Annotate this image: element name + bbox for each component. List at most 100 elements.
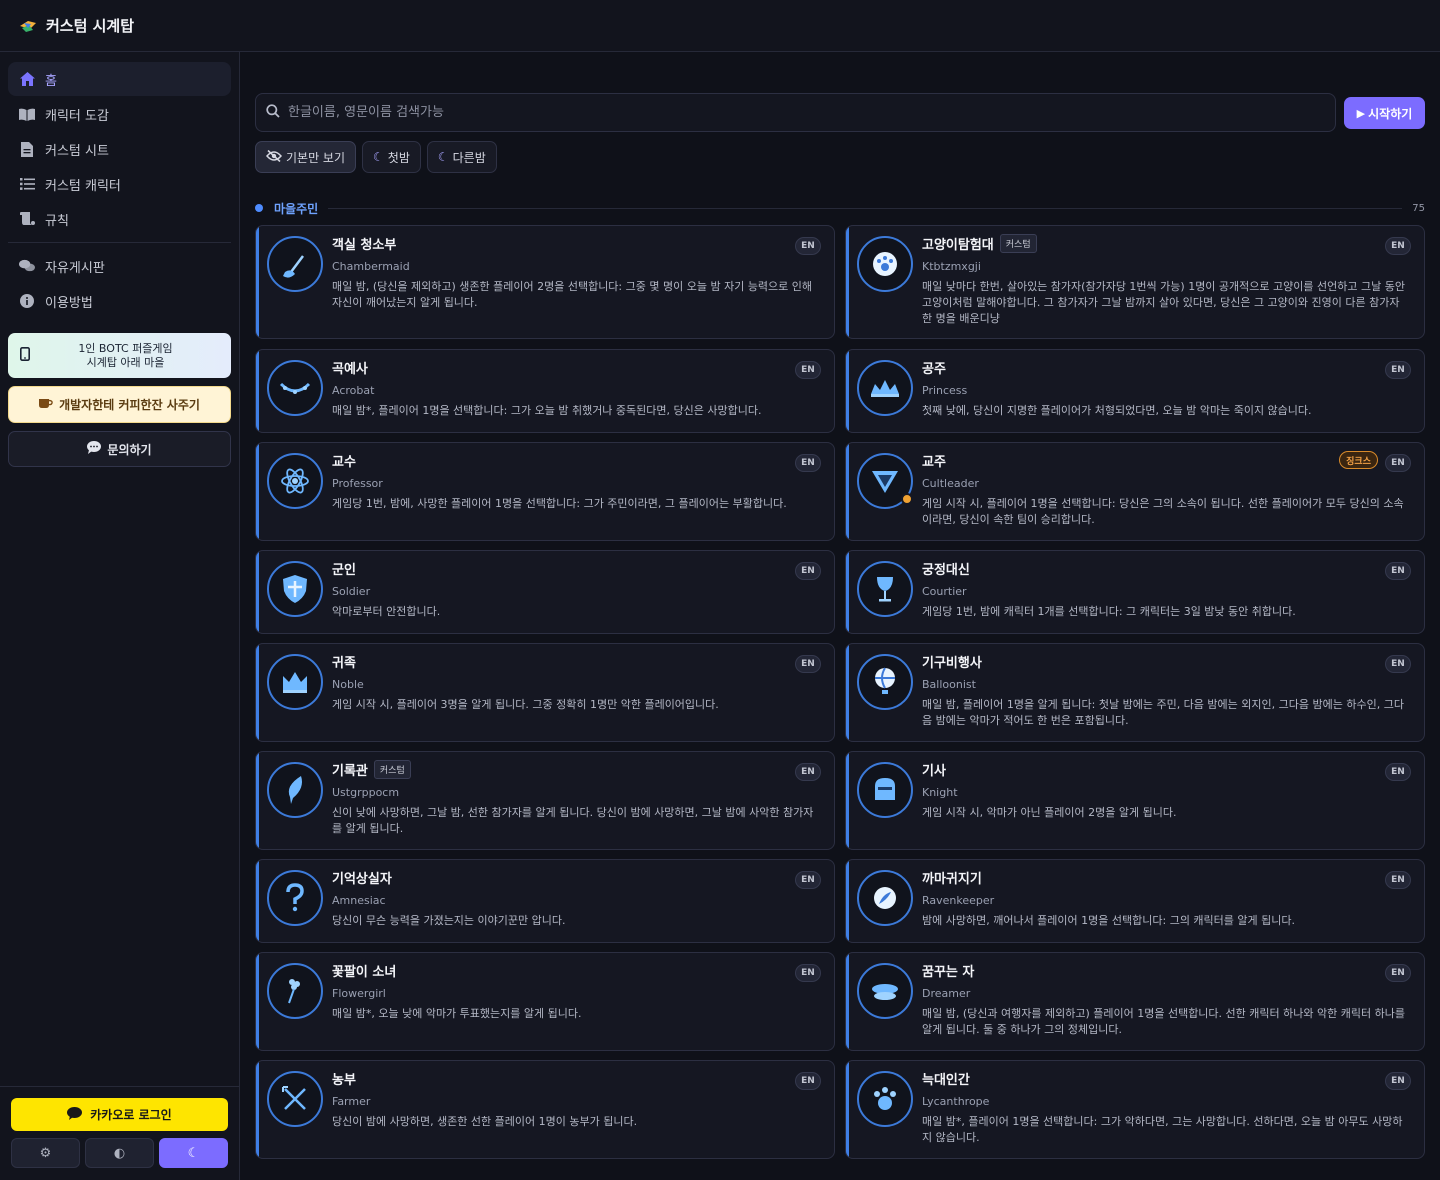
character-card[interactable]: 꽃팔이 소녀 EN Flowergirl 매일 밤*, 오늘 낮에 악마가 투표했는지… <box>255 952 835 1051</box>
start-button[interactable]: ▶ 시작하기 <box>1344 97 1425 129</box>
search-input[interactable] <box>288 105 1335 120</box>
app-title[interactable]: 커스텀 시계탑 <box>46 15 134 36</box>
character-name-row: 곡예사 <box>332 358 368 377</box>
puzzle-game-promo-button[interactable]: 1인 BOTC 퍼즐게임 시계탑 아래 마을 <box>8 333 231 378</box>
theme-contrast-button[interactable]: ◐ <box>85 1138 154 1168</box>
language-badge[interactable]: EN <box>1385 964 1411 982</box>
character-card[interactable]: 늑대인간 EN Lycanthrope 매일 밤*, 플레이어 1명을 선택합니다: … <box>845 1060 1425 1159</box>
filter-other-night[interactable]: ☾ 다른밤 <box>426 141 497 173</box>
character-english-name: Chambermaid <box>332 260 410 273</box>
language-badge[interactable]: EN <box>795 237 821 255</box>
character-card[interactable]: 귀족 EN Noble 게임 시작 시, 플레이어 3명을 알게 됩니다. 그중 정확… <box>255 643 835 742</box>
character-name-row: 기록관 커스텀 <box>332 760 411 779</box>
language-badge[interactable]: EN <box>1385 1072 1411 1090</box>
language-badge[interactable]: EN <box>795 763 821 781</box>
character-token <box>857 762 913 818</box>
language-badge[interactable]: EN <box>795 361 821 379</box>
character-token <box>857 360 913 416</box>
section-count: 75 <box>1412 202 1425 214</box>
character-card[interactable]: 고양이탐험대 커스텀 EN Ktbtzmxgji 매일 낮마다 한번, 살아있는 참가자… <box>845 225 1425 339</box>
character-name-row: 교주 <box>922 451 946 470</box>
buy-coffee-button[interactable]: 개발자한테 커피한잔 사주기 <box>8 386 231 423</box>
theme-dark-button[interactable]: ☾ <box>159 1138 228 1168</box>
sidebar-item-label: 커스텀 시트 <box>45 143 109 159</box>
theme-system-button[interactable]: ⚙ <box>11 1138 80 1168</box>
character-ability: 매일 밤*, 플레이어 1명을 선택합니다: 그가 악하다면, 그는 사망합니다… <box>922 1115 1403 1144</box>
character-token <box>857 870 913 926</box>
character-token <box>857 1071 913 1127</box>
sidebar-item-character-book[interactable]: 캐릭터 도감 <box>8 97 231 131</box>
sidebar-item-howto[interactable]: 이용방법 <box>8 284 231 318</box>
character-english-name: Ravenkeeper <box>922 894 995 907</box>
info-icon <box>19 293 35 309</box>
character-card[interactable]: 까마귀지기 EN Ravenkeeper 밤에 사망하면, 깨어나서 플레이어 1명을… <box>845 859 1425 943</box>
language-badge[interactable]: EN <box>795 655 821 673</box>
shield-icon <box>283 575 307 603</box>
sidebar-item-label: 홈 <box>45 73 57 89</box>
search-box[interactable] <box>255 93 1336 132</box>
sidebar-item-home[interactable]: 홈 <box>8 62 231 96</box>
character-name-row: 궁정대신 <box>922 559 970 578</box>
gear-icon: ⚙ <box>39 1145 52 1161</box>
character-english-name: Flowergirl <box>332 987 386 1000</box>
character-name-row: 객실 청소부 <box>332 234 396 253</box>
sidebar-item-custom-sheet[interactable]: 커스텀 시트 <box>8 132 231 166</box>
language-badge[interactable]: EN <box>1385 871 1411 889</box>
raven-icon <box>874 887 896 909</box>
main-content: ▶ 시작하기 기본만 보기 ☾ 첫밤 ☾ 다른밤 마을주민 75 객실 청소부 E… <box>241 52 1440 1180</box>
language-badge[interactable]: EN <box>795 964 821 982</box>
character-card[interactable]: 궁정대신 EN Courtier 게임당 1번, 밤에 캐릭터 1개를 선택합니다: … <box>845 550 1425 634</box>
character-card[interactable]: 교주 징크스 EN Cultleader 게임 시작 시, 플레이어 1명을 선택합니다… <box>845 442 1425 541</box>
character-card[interactable]: 농부 EN Farmer 당신이 밤에 사망하면, 생존한 선한 플레이어 1명이 농… <box>255 1060 835 1159</box>
character-card[interactable]: 군인 EN Soldier 악마로부터 안전합니다. <box>255 550 835 634</box>
character-english-name: Knight <box>922 786 958 799</box>
character-card[interactable]: 공주 EN Princess 첫째 낮에, 당신이 지명한 플레이어가 처형되었다면,… <box>845 349 1425 433</box>
character-card[interactable]: 기구비행사 EN Balloonist 매일 밤, 플레이어 1명을 알게 됩니다: … <box>845 643 1425 742</box>
language-badge[interactable]: EN <box>795 1072 821 1090</box>
character-english-name: Balloonist <box>922 678 976 691</box>
character-card[interactable]: 객실 청소부 EN Chambermaid 매일 밤, (당신을 제외하고) 생존한 … <box>255 225 835 339</box>
mop-icon <box>283 255 304 278</box>
character-name-row: 기사 <box>922 760 946 779</box>
kakao-login-label: 카카오로 로그인 <box>90 1108 172 1122</box>
filter-first-night[interactable]: ☾ 첫밤 <box>362 141 421 173</box>
character-name: 객실 청소부 <box>332 238 397 253</box>
inquiry-button[interactable]: 문의하기 <box>8 431 231 467</box>
card-accent-bar <box>846 350 849 432</box>
language-badge[interactable]: EN <box>1385 655 1411 673</box>
character-name: 고양이탐험대 <box>922 238 994 253</box>
language-badge[interactable]: EN <box>1385 454 1411 472</box>
app-logo-icon[interactable] <box>18 17 38 35</box>
language-badge[interactable]: EN <box>795 454 821 472</box>
language-badge[interactable]: EN <box>1385 562 1411 580</box>
character-card[interactable]: 기억상실자 EN Amnesiac 당신이 무슨 능력을 가졌는지는 이야기꾼만 압니… <box>255 859 835 943</box>
coffee-label: 개발자한테 커피한잔 사주기 <box>59 398 200 412</box>
sidebar-item-label: 자유게시판 <box>45 260 105 276</box>
character-card[interactable]: 꿈꾸는 자 EN Dreamer 매일 밤, (당신과 여행자를 제외하고) 플레이어… <box>845 952 1425 1051</box>
character-card[interactable]: 기록관 커스텀 EN Ustgrppocm 신이 낮에 사망하면, 그날 밤, 선한 참… <box>255 751 835 850</box>
filter-basic-only[interactable]: 기본만 보기 <box>255 141 357 173</box>
question-icon <box>286 883 304 912</box>
character-name-row: 꿈꾸는 자 <box>922 961 974 980</box>
language-badge[interactable]: EN <box>1385 237 1411 255</box>
pitchfork-icon <box>282 1086 306 1110</box>
character-card[interactable]: 기사 EN Knight 게임 시작 시, 악마가 아닌 플레이어 2명을 알게 됩니… <box>845 751 1425 850</box>
language-badge[interactable]: EN <box>795 871 821 889</box>
language-badge[interactable]: EN <box>1385 763 1411 781</box>
kakao-login-button[interactable]: 카카오로 로그인 <box>11 1098 228 1131</box>
character-card[interactable]: 곡예사 EN Acrobat 매일 밤*, 플레이어 1명을 선택합니다: 그가 오늘… <box>255 349 835 433</box>
sidebar-item-custom-character[interactable]: 커스텀 캐릭터 <box>8 167 231 201</box>
play-icon: ▶ <box>1356 106 1366 120</box>
sidebar-item-rules[interactable]: 규칙 <box>8 202 231 236</box>
jinx-badge[interactable]: 징크스 <box>1339 451 1378 469</box>
language-badge[interactable]: EN <box>1385 361 1411 379</box>
sidebar-item-board[interactable]: 자유게시판 <box>8 249 231 283</box>
language-badge[interactable]: EN <box>795 562 821 580</box>
card-accent-bar <box>846 644 849 741</box>
list-icon <box>19 176 35 192</box>
character-english-name: Acrobat <box>332 384 375 397</box>
document-icon <box>19 141 35 157</box>
character-token <box>857 561 913 617</box>
character-card[interactable]: 교수 EN Professor 게임당 1번, 밤에, 사망한 플레이어 1명을 선택… <box>255 442 835 541</box>
card-accent-bar <box>256 752 259 849</box>
